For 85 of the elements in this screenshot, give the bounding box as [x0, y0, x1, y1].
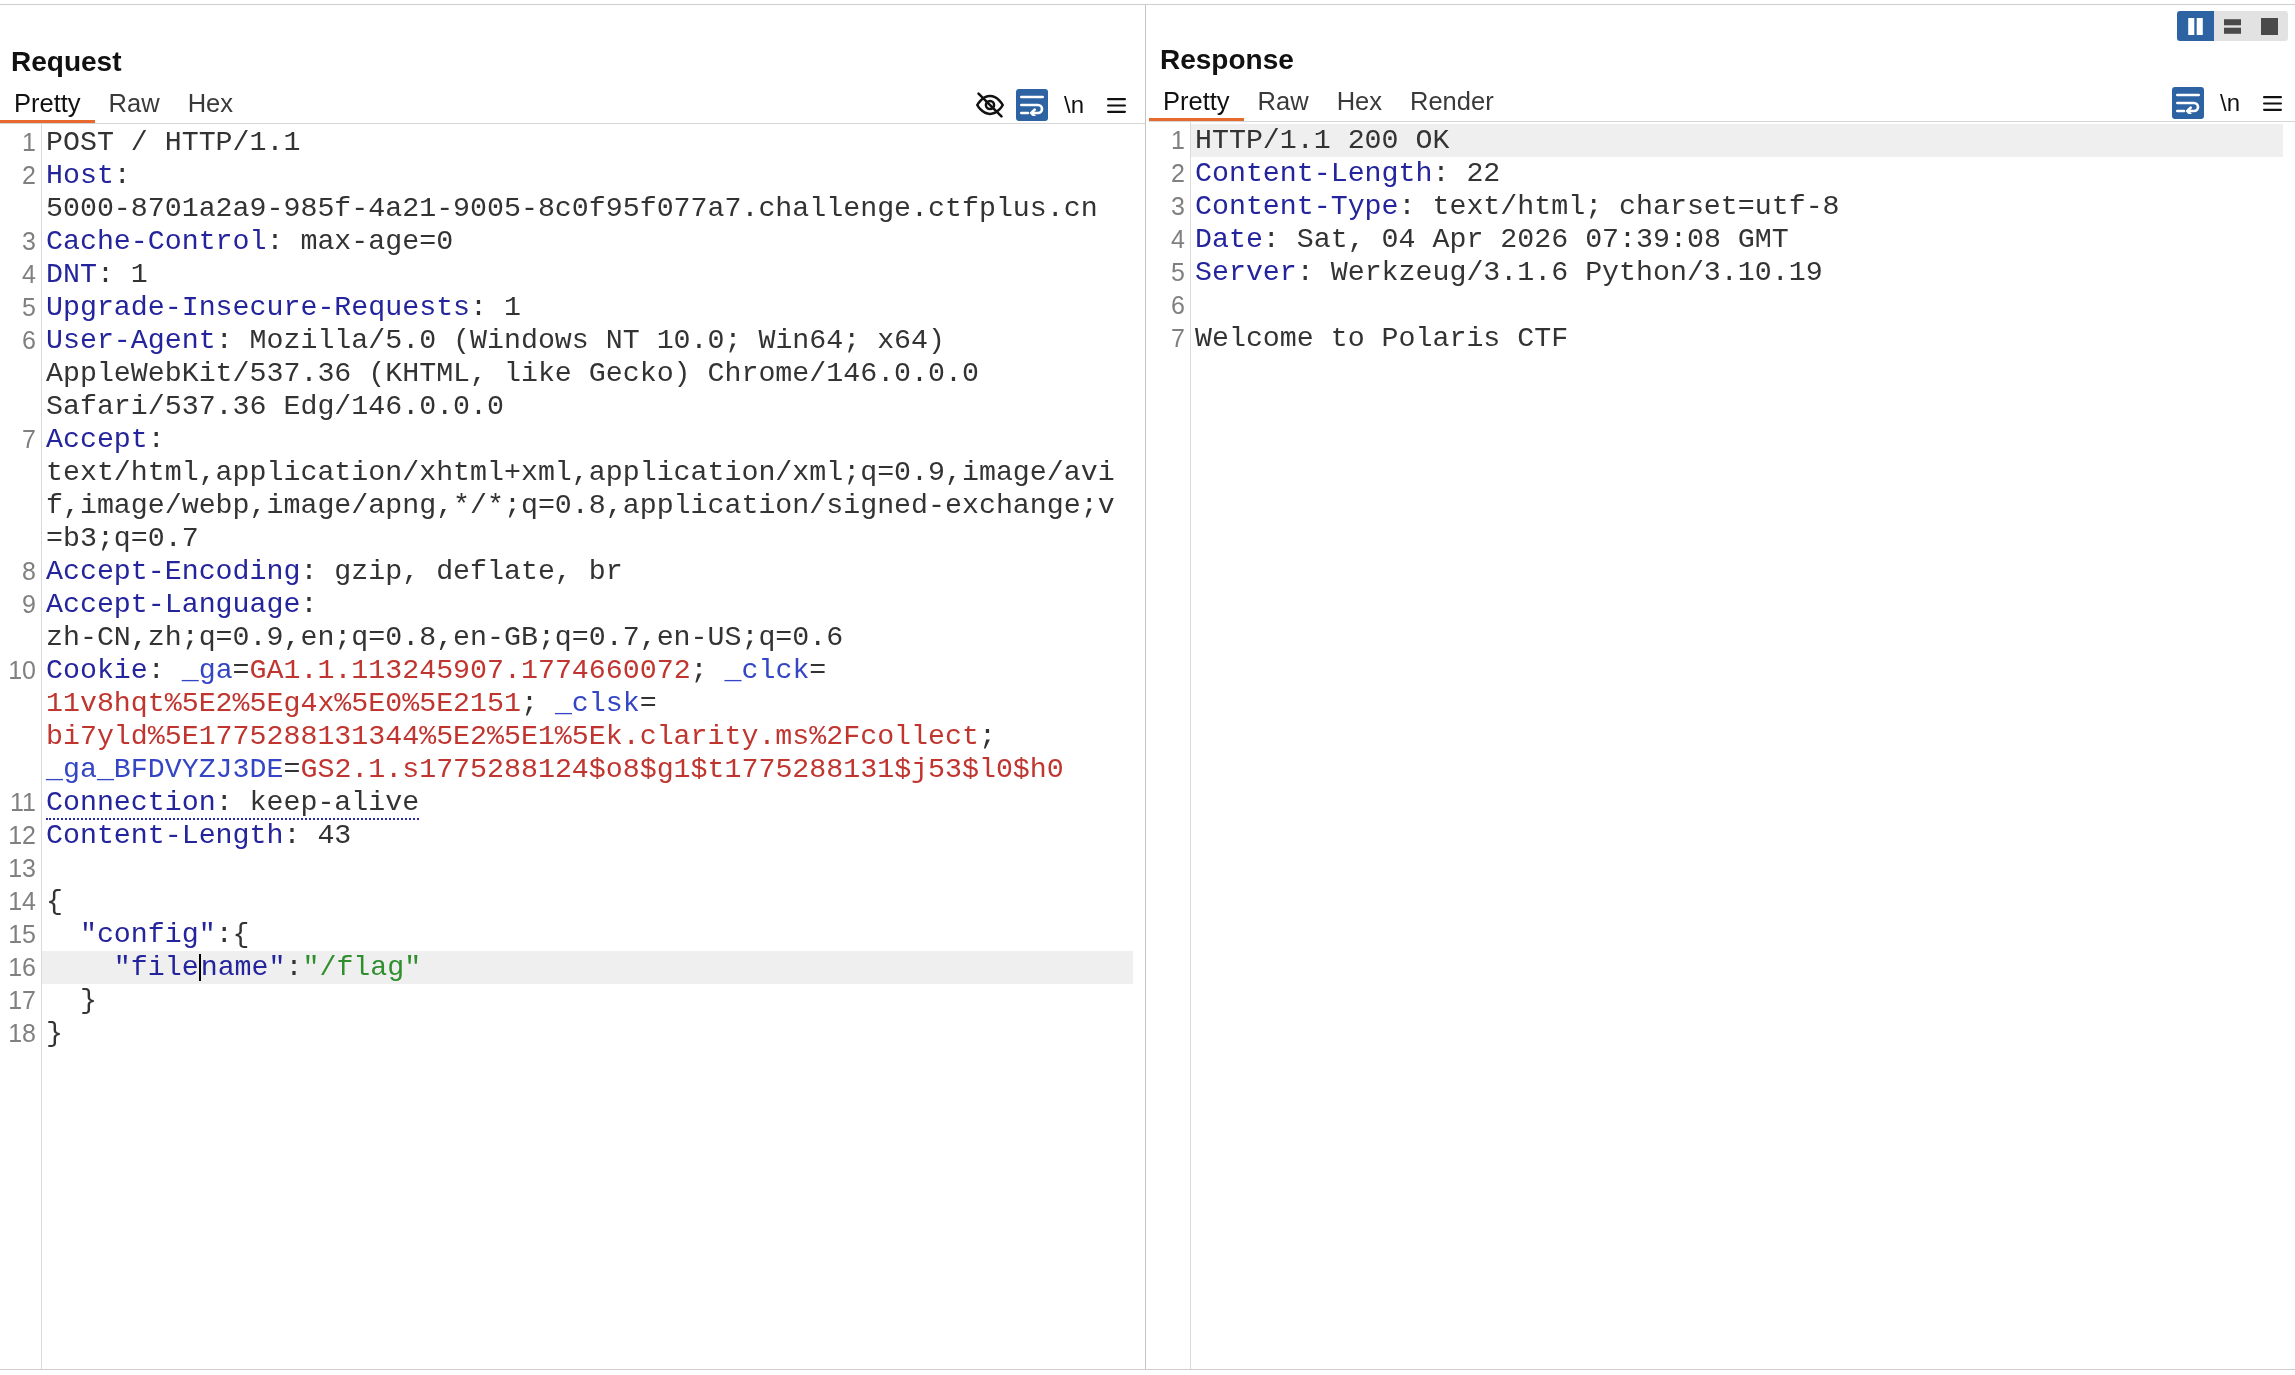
code-line: Server: Werkzeug/3.1.6 Python/3.10.19	[1195, 256, 1823, 288]
text-wrap-icon	[1020, 94, 1044, 116]
code-line: POST / HTTP/1.1	[46, 126, 301, 158]
line-number: 3	[1171, 192, 1185, 220]
line-number: 5	[22, 293, 36, 321]
menu-icon	[1106, 97, 1126, 113]
code-line: "file	[112, 951, 199, 983]
code-line: Connection: keep-alive	[46, 786, 420, 820]
layout-button[interactable]	[2251, 11, 2288, 41]
line-number: 16	[8, 953, 36, 981]
columns-icon	[2187, 17, 2204, 35]
line-number: 8	[22, 557, 36, 585]
wrap-toggle-button[interactable]	[1016, 89, 1048, 121]
line-number: 1	[1171, 126, 1185, 154]
line-number: 3	[22, 227, 36, 255]
code-line: f,image/webp,image/apng,*/*;q=0.8,application/signed-exchange;v	[46, 489, 1115, 521]
line-number: 7	[1171, 324, 1185, 352]
tab[interactable]: Hex	[173, 87, 247, 123]
newline-toggle-button[interactable]: \n	[1058, 89, 1090, 121]
rows-icon	[2224, 17, 2241, 35]
code-line: {	[46, 885, 63, 917]
menu-icon	[2262, 95, 2282, 111]
code-line: Accept:	[46, 423, 165, 455]
code-line: _ga_BFDVYZJ3DE=GS2.1.s1775288124$o8$g1$t1775288131$j53$l0$h0	[46, 753, 1064, 785]
code-line: Content-Length: 43	[46, 819, 352, 851]
code-line: text/html,application/xhtml+xml,application/xml;q=0.9,image/avi	[46, 456, 1115, 488]
line-number: 12	[8, 821, 36, 849]
layout-button[interactable]	[2214, 11, 2251, 41]
code-line: Cache-Control: max-age=0	[46, 225, 454, 257]
line-number: 1	[22, 128, 36, 156]
line-number: 18	[8, 1019, 36, 1047]
tab[interactable]: Raw	[1243, 85, 1323, 121]
line-number: 7	[22, 425, 36, 453]
text-wrap-icon	[2176, 92, 2200, 114]
code-line: AppleWebKit/537.36 (KHTML, like Gecko) Chrome/146.0.0.0	[46, 357, 979, 389]
tab[interactable]: Pretty	[1149, 85, 1244, 121]
tab[interactable]: Render	[1396, 85, 1508, 121]
code-line: Host:	[46, 159, 131, 191]
code-line: Date: Sat, 04 Apr 2026 07:39:08 GMT	[1195, 223, 1789, 255]
code-line: 5000-8701a2a9-985f-4a21-9005-8c0f95f077a7.challenge.ctfplus.cn	[46, 192, 1098, 224]
code-line: Upgrade-Insecure-Requests: 1	[46, 291, 521, 323]
code-line: =b3;q=0.7	[46, 522, 199, 554]
code-line: Content-Length: 22	[1195, 157, 1501, 189]
text-cursor	[198, 954, 201, 982]
code-line: name":"/flag"	[200, 951, 422, 983]
line-number: 11	[10, 788, 36, 816]
square-icon	[2261, 17, 2278, 35]
line-number: 15	[8, 920, 36, 948]
code-line: Accept-Language:	[46, 588, 318, 620]
line-number: 17	[8, 986, 36, 1014]
line-number: 5	[1171, 258, 1185, 286]
pane-title: Request	[10, 45, 122, 79]
code-line: Content-Type: text/html; charset=utf-8	[1195, 190, 1840, 222]
tab[interactable]: Raw	[94, 87, 174, 123]
line-number: 6	[22, 326, 36, 354]
tab[interactable]: Hex	[1322, 85, 1396, 121]
line-number: 6	[1171, 291, 1185, 319]
code-line: User-Agent: Mozilla/5.0 (Windows NT 10.0; Win64; x64)	[46, 324, 945, 356]
code-line: Safari/537.36 Edg/146.0.0.0	[46, 390, 504, 422]
layout-button[interactable]	[2177, 11, 2214, 41]
code-line: HTTP/1.1 200 OK	[1195, 124, 1450, 156]
line-number: 2	[22, 161, 36, 189]
eye-slash-icon	[976, 92, 1004, 118]
code-line: Cookie: _ga=GA1.1.113245907.1774660072; _clck=	[46, 654, 827, 686]
hide-toggle-button[interactable]	[974, 89, 1006, 121]
code-line: Welcome to Polaris CTF	[1195, 322, 1569, 354]
code-line: }	[78, 984, 97, 1016]
wrap-toggle-button[interactable]	[2172, 87, 2204, 119]
code-line: DNT: 1	[46, 258, 148, 290]
line-number: 14	[8, 887, 36, 915]
newline-toggle-button[interactable]: \n	[2214, 87, 2246, 119]
line-number: 4	[1171, 225, 1185, 253]
pane-title: Response	[1159, 43, 1294, 77]
code-line: }	[46, 1017, 63, 1049]
line-number: 9	[22, 590, 36, 618]
code-line: 11v8hqt%5E2%5Eg4x%5E0%5E2151; _clsk=	[46, 687, 657, 719]
line-number: 13	[8, 854, 36, 882]
code-line: Accept-Encoding: gzip, deflate, br	[46, 555, 623, 587]
line-number: 10	[8, 656, 36, 684]
line-number: 4	[22, 260, 36, 288]
line-number: 2	[1171, 159, 1185, 187]
code-line: "config":{	[78, 918, 250, 950]
code-line: zh-CN,zh;q=0.9,en;q=0.8,en-GB;q=0.7,en-US;q=0.6	[46, 621, 844, 653]
code-line: bi7yld%5E1775288131344%5E2%5E1%5Ek.clarity.ms%2Fcollect;	[46, 720, 996, 752]
tab[interactable]: Pretty	[0, 87, 95, 123]
